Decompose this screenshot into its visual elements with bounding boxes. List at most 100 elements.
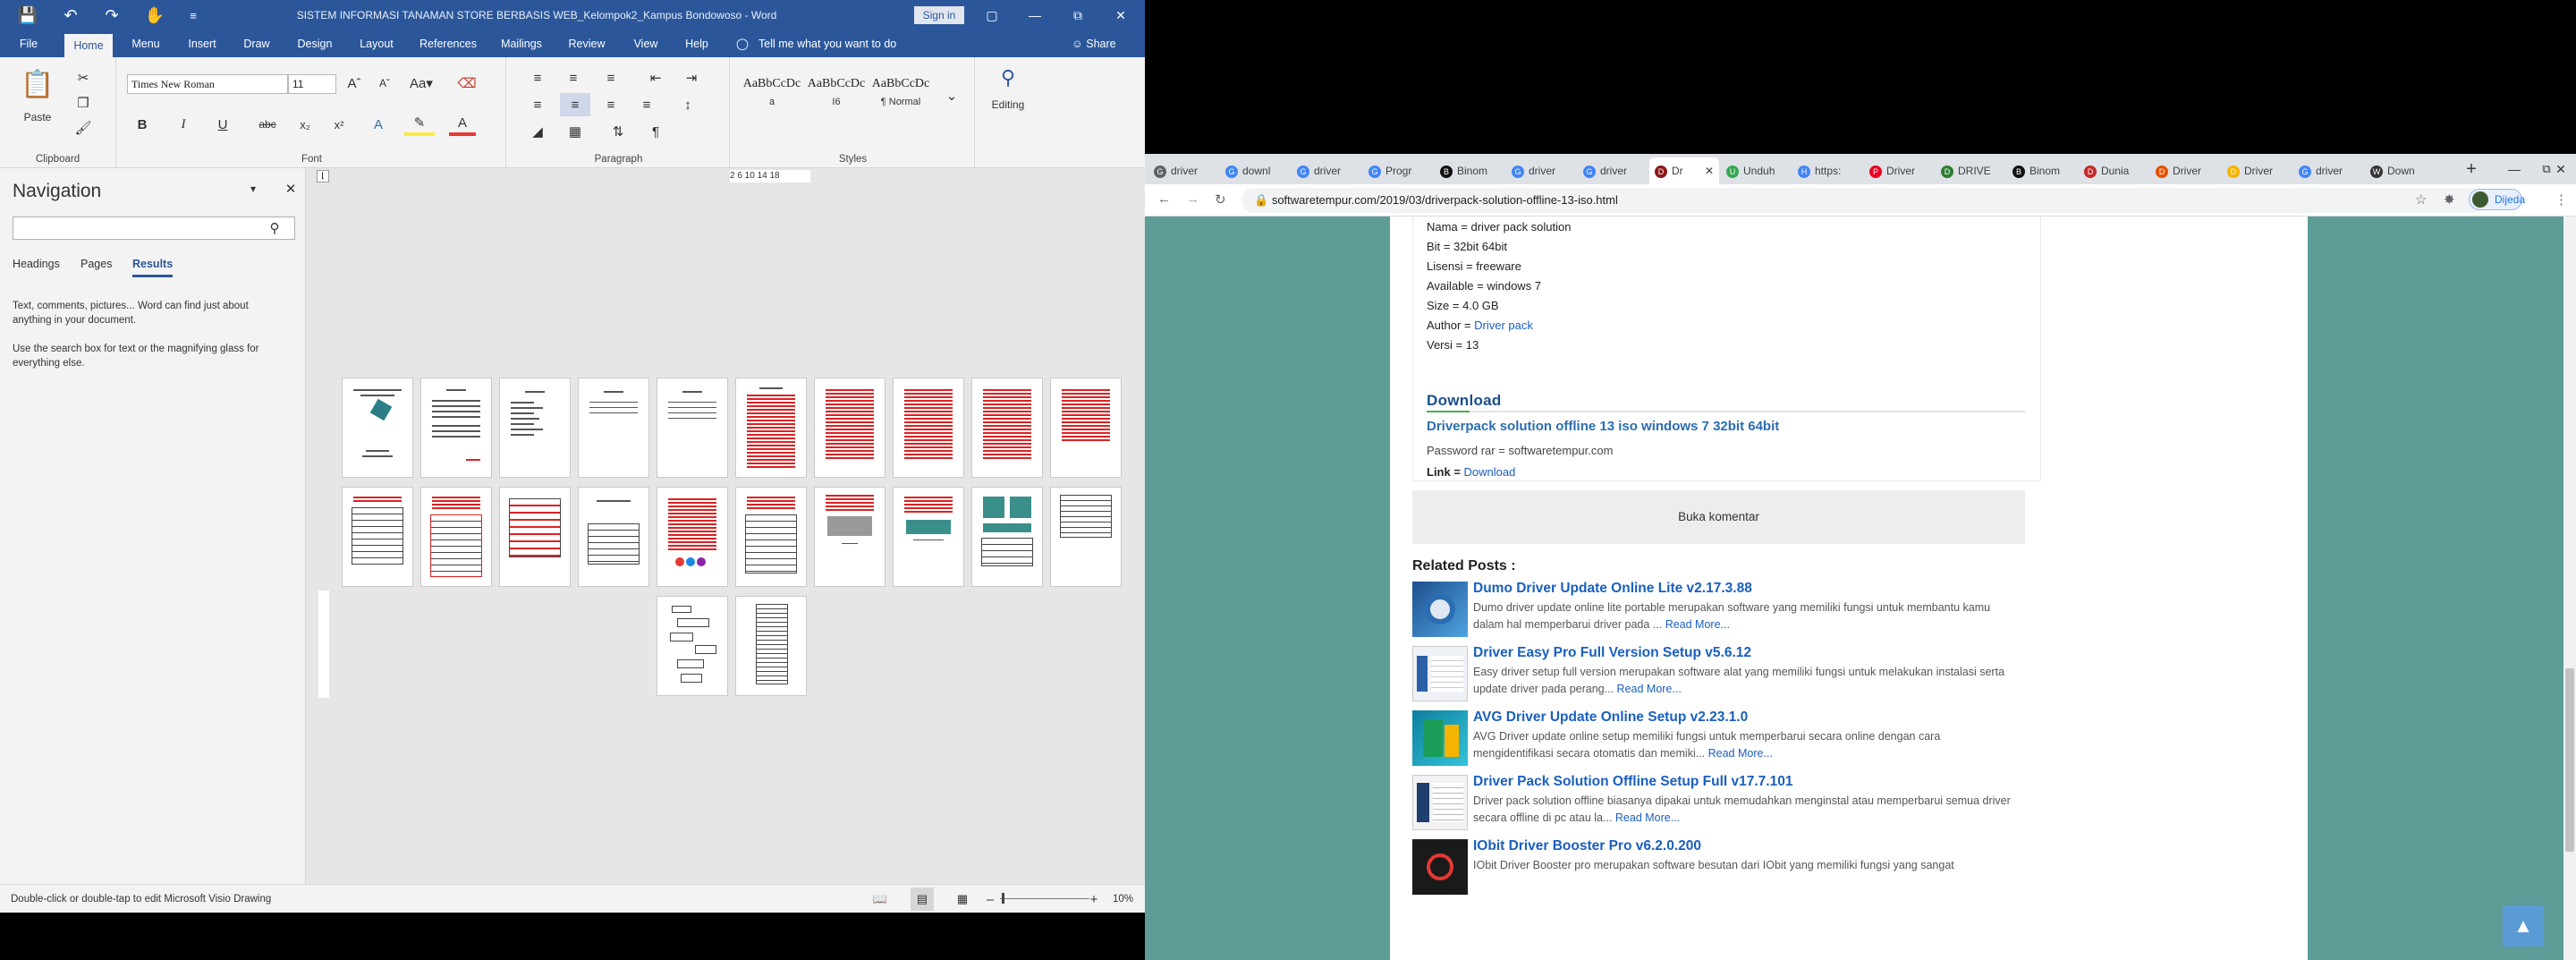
align-center-icon[interactable]: ≡	[560, 93, 590, 116]
align-left-icon[interactable]: ≡	[524, 93, 551, 116]
styles-more-icon[interactable]: ⌄	[939, 84, 964, 107]
page-thumbnail[interactable]	[971, 378, 1043, 478]
page-thumbnail[interactable]	[420, 378, 492, 478]
reload-icon[interactable]: ↻	[1215, 191, 1226, 208]
find-icon[interactable]: ⚲	[995, 64, 1021, 91]
paste-button[interactable]: Paste	[13, 106, 63, 129]
minimize-icon[interactable]: —	[1014, 0, 1055, 30]
tab-review[interactable]: Review	[562, 30, 612, 57]
page-thumbnail[interactable]	[657, 596, 728, 696]
tab-view[interactable]: View	[624, 30, 667, 57]
open-comments-button[interactable]: Buka komentar	[1412, 490, 2025, 544]
post-title-link[interactable]: Driver Pack Solution Offline Setup Full …	[1473, 774, 1792, 790]
clear-formatting-icon[interactable]: ⌫	[454, 72, 479, 95]
page-thumbnail[interactable]	[342, 487, 413, 587]
numbering-icon[interactable]: ≡	[560, 66, 587, 89]
format-painter-icon[interactable]: 🖌	[72, 116, 95, 140]
nav-close-icon[interactable]: ✕	[279, 177, 302, 200]
bold-icon[interactable]: B	[131, 113, 154, 136]
page-thumbnail[interactable]	[499, 378, 571, 478]
nav-tab-headings[interactable]: Headings	[13, 258, 60, 270]
browser-tab[interactable]: D Driver	[2222, 157, 2292, 184]
page-thumbnail[interactable]	[1050, 487, 1122, 587]
browser-tab[interactable]: B Binom	[1435, 157, 1504, 184]
read-mode-icon[interactable]: 📖	[869, 888, 891, 911]
tell-me-search[interactable]: Tell me what you want to do	[758, 30, 896, 57]
chrome-minimize-icon[interactable]: —	[2503, 157, 2526, 181]
line-spacing-icon[interactable]: ↕	[674, 93, 701, 116]
undo-icon[interactable]: ↶	[57, 0, 84, 30]
paste-icon[interactable]: 📋	[18, 64, 57, 104]
browser-tab[interactable]: Gdriver	[1578, 157, 1648, 184]
read-more-link[interactable]: Read More...	[1617, 683, 1682, 695]
font-size-box[interactable]: 11	[288, 74, 336, 94]
tab-references[interactable]: References	[413, 30, 483, 57]
browser-tab[interactable]: D Dr ✕	[1649, 157, 1719, 184]
nav-search-icon[interactable]: ⚲	[265, 217, 284, 240]
tab-draw[interactable]: Draw	[234, 30, 279, 57]
superscript-icon[interactable]: x²	[327, 113, 351, 136]
browser-tab[interactable]: Gdownl	[1220, 157, 1290, 184]
back-icon[interactable]: ←	[1157, 191, 1171, 207]
zoom-slider-thumb[interactable]	[1002, 893, 1004, 904]
tab-help[interactable]: Help	[676, 30, 717, 57]
page-thumbnail[interactable]	[814, 487, 886, 587]
zoom-in-icon[interactable]: +	[1086, 888, 1102, 911]
download-link[interactable]: Download	[1464, 465, 1516, 479]
post-thumbnail[interactable]	[1412, 710, 1468, 766]
underline-icon[interactable]: U	[209, 113, 236, 136]
browser-tab[interactable]: Hhttps:	[1792, 157, 1862, 184]
editing-button[interactable]: Editing	[982, 93, 1034, 116]
browser-tab[interactable]: D Dunia	[2079, 157, 2148, 184]
ribbon-display-icon[interactable]: ▢	[971, 0, 1013, 30]
bookmark-star-icon[interactable]: ☆	[2415, 191, 2427, 208]
tab-file[interactable]: File	[9, 30, 48, 57]
browser-tab[interactable]: Gdriver	[1506, 157, 1576, 184]
style-normal[interactable]: AaBbCcDc ¶ Normal	[869, 72, 932, 125]
back-to-top-button[interactable]: ▲	[2503, 905, 2544, 947]
page-thumbnail[interactable]	[657, 378, 728, 478]
web-layout-icon[interactable]: ▦	[952, 888, 973, 911]
post-title-link[interactable]: Dumo Driver Update Online Lite v2.17.3.8…	[1473, 581, 1752, 597]
highlight-icon[interactable]: ✎	[404, 113, 435, 136]
tab-home[interactable]: Home	[64, 34, 113, 57]
ruler-toggle-icon[interactable]: ⌊	[317, 170, 329, 183]
zoom-out-icon[interactable]: –	[982, 888, 998, 911]
post-title-link[interactable]: AVG Driver Update Online Setup v2.23.1.0	[1473, 709, 1748, 726]
strikethrough-icon[interactable]: abc	[254, 113, 281, 136]
cut-icon[interactable]: ✂	[72, 66, 95, 89]
share-button[interactable]: ☺ Share	[1072, 30, 1116, 57]
read-more-link[interactable]: Read More...	[1665, 618, 1730, 631]
page-thumbnail[interactable]	[578, 378, 649, 478]
browser-tab[interactable]: G Progr	[1363, 157, 1433, 184]
page-thumbnail[interactable]	[657, 487, 728, 587]
profile-button[interactable]: Dijeda	[2469, 189, 2525, 210]
chrome-close-icon[interactable]: ✕	[2546, 157, 2576, 181]
chrome-menu-icon[interactable]: ⋮	[2555, 191, 2568, 208]
tab-layout[interactable]: Layout	[351, 30, 402, 57]
forward-icon[interactable]: →	[1186, 191, 1199, 207]
style-a[interactable]: AaBbCcDc a	[741, 72, 803, 125]
tab-mailings[interactable]: Mailings	[494, 30, 549, 57]
nav-options-icon[interactable]: ▾	[242, 177, 265, 200]
browser-tab[interactable]: Gdriver	[2293, 157, 2363, 184]
page-thumbnail[interactable]	[735, 596, 807, 696]
nav-tab-pages[interactable]: Pages	[80, 258, 112, 270]
page-thumbnail[interactable]	[342, 378, 413, 478]
post-thumbnail[interactable]	[1412, 646, 1468, 701]
restore-icon[interactable]: ⧉	[1057, 0, 1098, 30]
font-name-box[interactable]: Times New Roman	[127, 74, 288, 94]
tab-menu[interactable]: Menu	[125, 30, 166, 57]
grow-font-icon[interactable]: Aˆ	[342, 72, 367, 95]
address-bar[interactable]: 🔒 softwaretempur.com/2019/03/driverpack-…	[1241, 188, 2485, 213]
close-icon[interactable]: ✕	[1100, 0, 1141, 30]
browser-tab[interactable]: P Driver	[1864, 157, 1934, 184]
browser-tab[interactable]: Gdriver	[1292, 157, 1361, 184]
download-title-link[interactable]: Driverpack solution offline 13 iso windo…	[1427, 419, 1779, 434]
subscript-icon[interactable]: x₂	[293, 113, 317, 136]
text-effects-icon[interactable]: A	[365, 113, 392, 136]
read-more-link[interactable]: Read More...	[1615, 811, 1680, 824]
nav-tab-results[interactable]: Results	[132, 258, 174, 277]
bullets-icon[interactable]: ≡	[524, 66, 551, 89]
page-thumbnail[interactable]	[735, 378, 807, 478]
